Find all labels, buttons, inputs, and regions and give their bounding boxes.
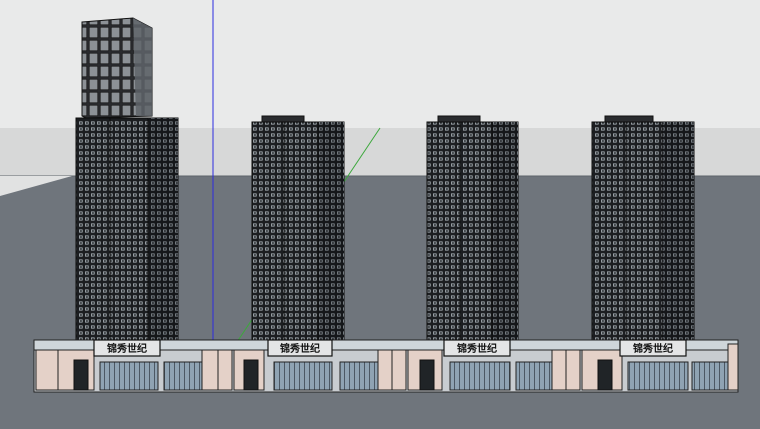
signboard-3[interactable]: 锦秀世纪 <box>443 339 511 357</box>
signboard-4-text: 锦秀世纪 <box>633 342 673 355</box>
tower-1-crown-side <box>133 18 152 116</box>
modeling-viewport[interactable]: 锦秀世纪 锦秀世纪 锦秀世纪 锦秀世纪 <box>0 0 760 429</box>
signboard-2[interactable]: 锦秀世纪 <box>267 339 333 357</box>
signboard-2-text: 锦秀世纪 <box>280 342 320 355</box>
tower-3[interactable] <box>426 115 519 343</box>
signboard-1[interactable]: 锦秀世纪 <box>93 339 161 357</box>
3d-scene-canvas[interactable]: 锦秀世纪 锦秀世纪 锦秀世纪 锦秀世纪 <box>0 0 760 429</box>
signboard-1-text: 锦秀世纪 <box>107 342 147 355</box>
signboard-3-text: 锦秀世纪 <box>457 342 497 355</box>
podium[interactable]: 锦秀世纪 锦秀世纪 锦秀世纪 锦秀世纪 <box>33 339 739 393</box>
tower-4[interactable] <box>591 115 695 343</box>
tower-2[interactable] <box>251 115 345 343</box>
tower-1-side <box>148 118 178 343</box>
signboard-4[interactable]: 锦秀世纪 <box>619 339 687 357</box>
